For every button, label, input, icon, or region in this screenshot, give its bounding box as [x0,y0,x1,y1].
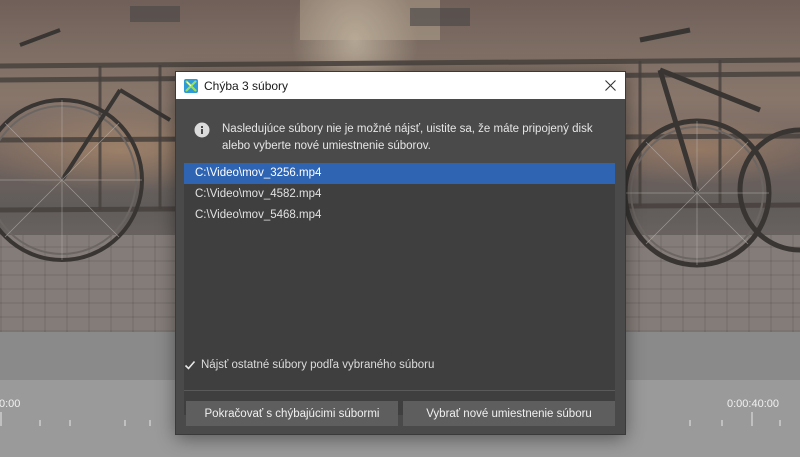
dialog-title: Chýba 3 súbory [204,78,289,93]
continue-button[interactable]: Pokračovať s chýbajúcimi súbormi [186,401,398,426]
find-others-checkbox[interactable] [184,359,196,371]
dialog-divider [184,390,615,391]
close-icon [604,80,616,91]
list-item[interactable]: C:\Video\mov_4582.mp4 [184,184,615,205]
checkmark-icon [184,360,196,370]
dialog-message: Nasledujúce súbory nie je možné nájsť, u… [194,121,605,155]
info-icon [194,122,210,138]
list-item[interactable]: C:\Video\mov_5468.mp4 [184,205,615,226]
close-button[interactable] [595,72,625,99]
find-others-label: Nájsť ostatné súbory podľa vybraného súb… [201,359,435,371]
message-text: Nasledujúce súbory nie je možné nájsť, u… [222,123,593,152]
find-others-option[interactable]: Nájsť ostatné súbory podľa vybraného súb… [184,359,434,371]
relocate-button[interactable]: Vybrať nové umiestnenie súboru [403,401,615,426]
missing-files-list[interactable]: C:\Video\mov_3256.mp4 C:\Video\mov_4582.… [184,163,615,415]
timeline-start-label: 0:00 [0,398,21,410]
list-item[interactable]: C:\Video\mov_3256.mp4 [184,163,615,184]
missing-files-dialog: Chýba 3 súbory Nasledujúce súbory nie je… [176,72,625,434]
dialog-titlebar[interactable]: Chýba 3 súbory [176,72,625,99]
app-logo-icon [184,78,198,93]
timeline-end-label: 0:00:40:00 [727,398,779,410]
